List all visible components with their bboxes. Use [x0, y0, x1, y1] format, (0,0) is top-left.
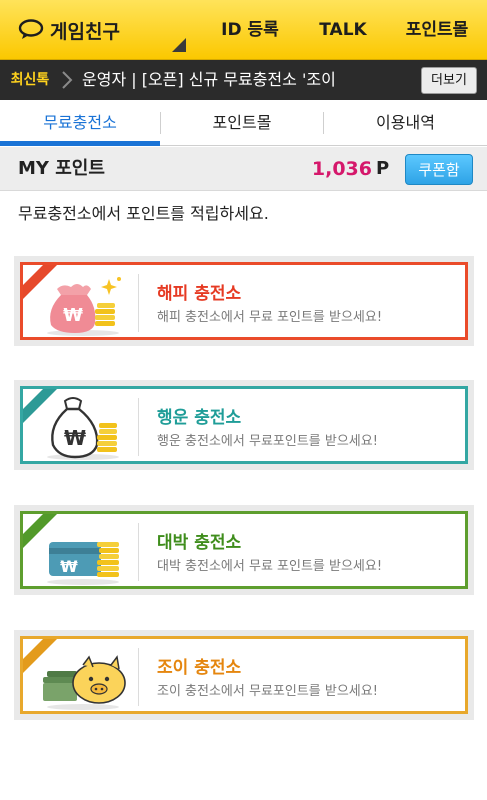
station-title: 조이 충전소 — [157, 658, 242, 678]
brand-label: 게임친구 — [50, 20, 120, 43]
station-card-success[interactable]: Success ₩ 대박 충전소 대박 충전소에서 무료 포인트를 받으세요! — [14, 505, 474, 595]
station-subtitle: 대박 충전소에서 무료 포인트를 받으세요! — [157, 559, 383, 574]
my-point-bar: MY 포인트 1,036 P 쿠폰함 — [0, 147, 487, 191]
more-button[interactable]: 더보기 — [421, 67, 477, 94]
tab-bar: 무료충전소 포인트몰 이용내역 — [0, 100, 487, 146]
tab-divider — [160, 112, 161, 134]
svg-text:₩: ₩ — [60, 557, 78, 576]
station-title: 해피 충전소 — [157, 284, 242, 304]
svg-text:₩: ₩ — [63, 305, 83, 326]
description-text: 무료충전소에서 포인트를 적립하세요. — [18, 204, 269, 223]
brand-button[interactable]: 게임친구 — [18, 14, 120, 46]
tab-free-charge[interactable]: 무료충전소 — [0, 100, 160, 146]
tab-usage-history[interactable]: 이용내역 — [324, 100, 487, 146]
top-bar: 게임친구 ID 등록 TALK 포인트몰 — [0, 0, 487, 60]
pig-cash-icon — [43, 655, 126, 710]
tab-point-mall[interactable]: 포인트몰 — [161, 100, 323, 146]
nav-id-register[interactable]: ID 등록 — [205, 0, 295, 60]
card-coins-icon: ₩ — [47, 542, 119, 585]
station-title: 대박 충전소 — [157, 533, 242, 553]
my-point-unit: P — [376, 158, 390, 179]
nav-talk[interactable]: TALK — [303, 0, 383, 60]
station-subtitle: 행운 충전소에서 무료포인트를 받으세요! — [157, 434, 378, 449]
money-bag-gray-icon: ₩ — [47, 397, 119, 460]
tab-divider — [323, 112, 324, 134]
ticker-tag: 최신톡 — [10, 72, 50, 88]
station-subtitle: 해피 충전소에서 무료 포인트를 받으세요! — [157, 310, 383, 325]
station-card-joy[interactable]: Joy 조이 충전소 조이 충전소에서 무료포인트를 받으세요! — [14, 630, 474, 720]
station-title: 행운 충전소 — [157, 408, 242, 428]
coupon-box-button[interactable]: 쿠폰함 — [405, 154, 473, 185]
my-point-title: MY 포인트 — [18, 158, 105, 179]
brand-dropdown-indicator — [172, 38, 186, 52]
svg-text:₩: ₩ — [64, 426, 86, 450]
news-ticker: 최신톡 운영자 | [오픈] 신규 무료충전소 '조이 더보기 — [0, 60, 487, 100]
chat-bubble-icon — [18, 19, 44, 39]
station-card-happy[interactable]: Happy ₩ 해피 충전소 해피 충전소에서 무료 포인트를 받으세요! — [14, 256, 474, 346]
chevron-right-icon — [62, 71, 73, 89]
station-subtitle: 조이 충전소에서 무료포인트를 받으세요! — [157, 684, 378, 699]
money-bag-pink-icon: ₩ — [47, 277, 121, 336]
active-tab-indicator — [0, 141, 160, 146]
my-point-value: 1,036 — [311, 158, 372, 180]
nav-point-mall[interactable]: 포인트몰 — [392, 0, 482, 60]
station-card-lucky[interactable]: Lucky ₩ 행운 충전소 행운 충전소에서 무료포인트를 받으세요! — [14, 380, 474, 470]
ticker-text[interactable]: 운영자 | [오픈] 신규 무료충전소 '조이 — [82, 60, 412, 100]
